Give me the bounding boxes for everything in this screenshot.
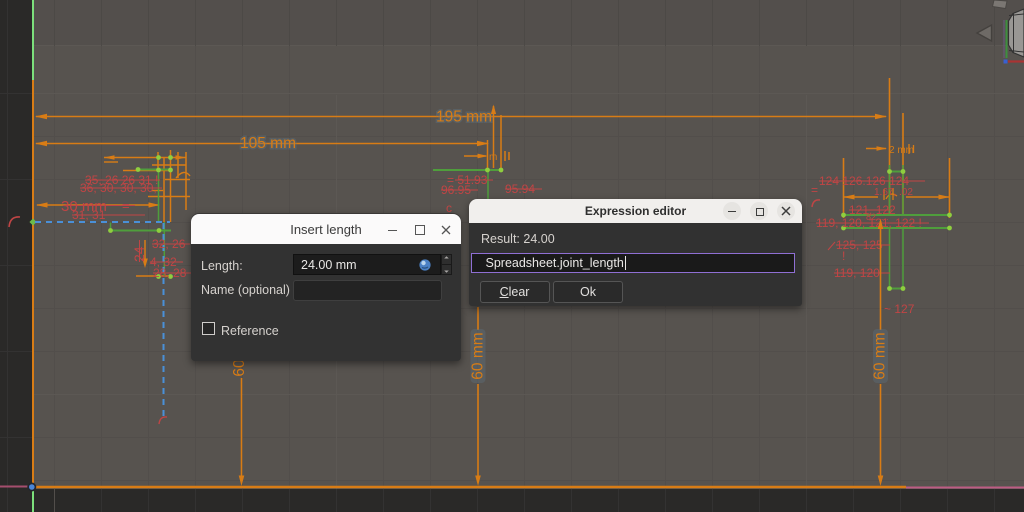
svg-text:m: m <box>489 152 497 163</box>
svg-text:30 mm: 30 mm <box>61 198 107 215</box>
svg-text:!: ! <box>842 249 845 263</box>
svg-text:2 mm: 2 mm <box>889 145 914 156</box>
svg-text:60 mm: 60 mm <box>470 332 487 379</box>
svg-text:105 mm: 105 mm <box>240 135 296 152</box>
svg-text:195 mm: 195 mm <box>436 109 492 126</box>
svg-text:=: = <box>811 183 818 197</box>
svg-text:60 mm: 60 mm <box>872 332 889 379</box>
svg-text:60: 60 <box>231 359 248 377</box>
svg-text:1.67, .02: 1.67, .02 <box>874 187 913 198</box>
svg-text:~ 127: ~ 127 <box>884 302 915 316</box>
